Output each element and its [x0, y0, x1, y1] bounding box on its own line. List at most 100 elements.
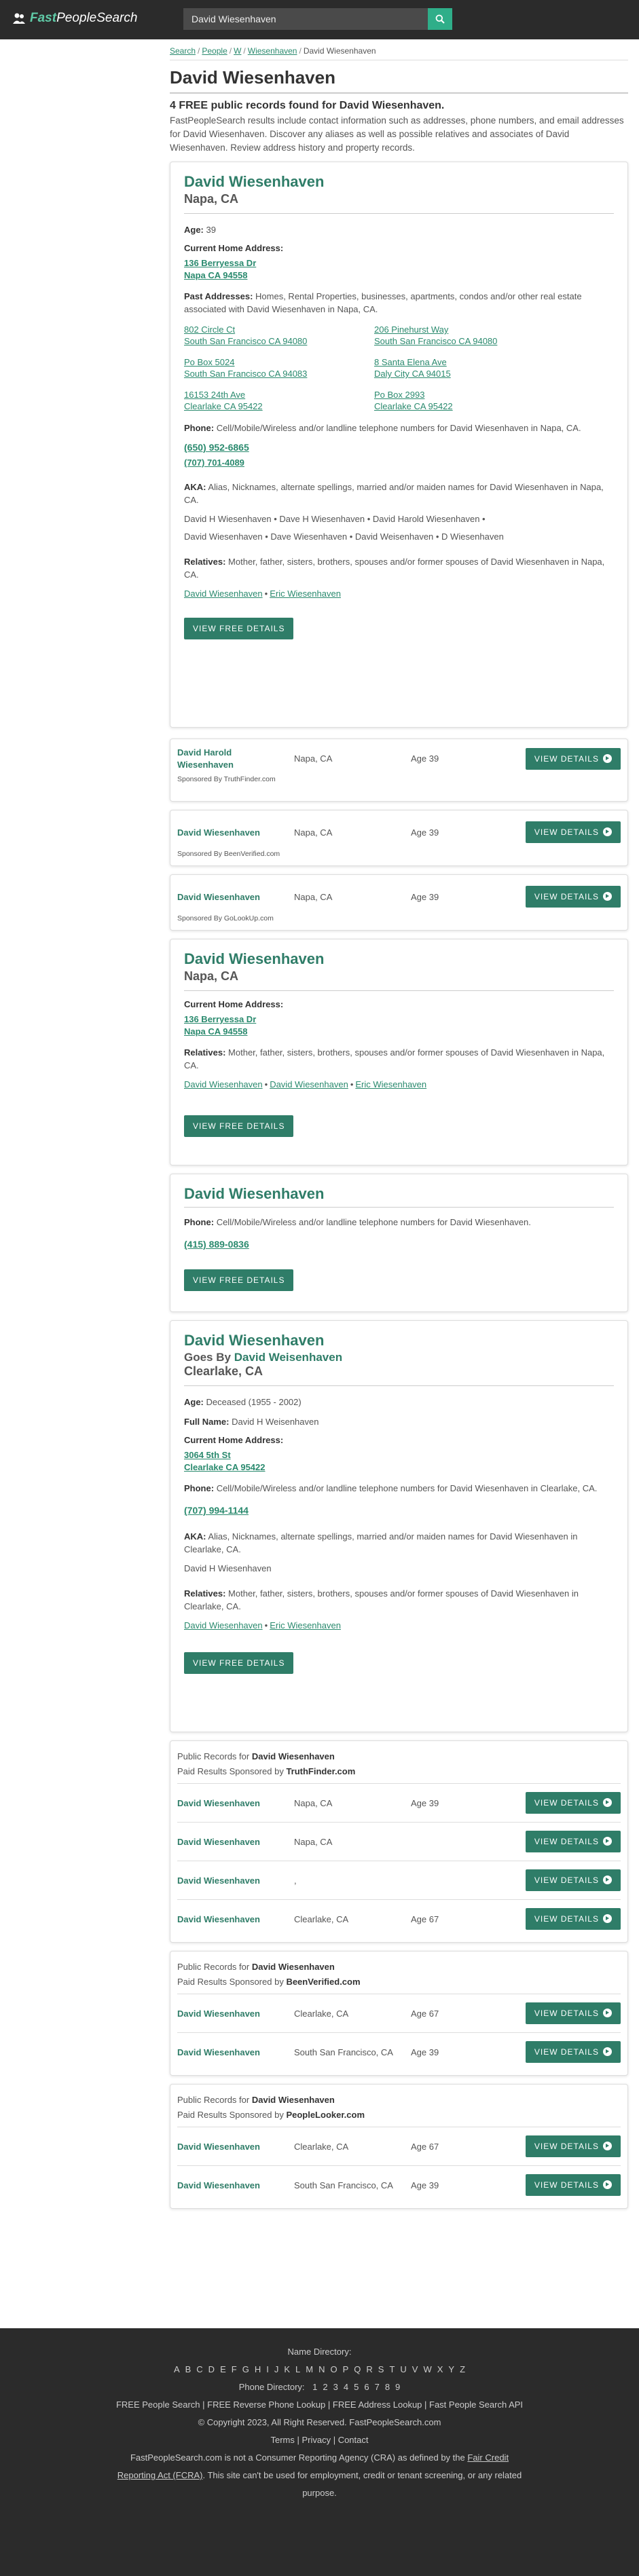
digit-link[interactable]: 3: [333, 2382, 338, 2392]
letter-link[interactable]: Y: [448, 2364, 454, 2374]
view-details-button[interactable]: VIEW DETAILS: [525, 1792, 621, 1814]
breadcrumb-wiesenhaven[interactable]: Wiesenhaven: [248, 46, 297, 56]
digit-link[interactable]: 4: [344, 2382, 348, 2392]
sponsored-name[interactable]: David Wiesenhaven: [177, 827, 294, 838]
view-details-button[interactable]: VIEW DETAILS: [525, 1908, 621, 1930]
letter-link[interactable]: U: [400, 2364, 406, 2374]
letter-link[interactable]: D: [208, 2364, 215, 2374]
relative-link[interactable]: David Wiesenhaven: [184, 1079, 263, 1089]
letter-link[interactable]: O: [330, 2364, 337, 2374]
past-address[interactable]: 16153 24th Ave Clearlake CA 95422: [184, 389, 374, 412]
record-name[interactable]: David Wiesenhaven: [177, 2009, 294, 2019]
letter-link[interactable]: L: [295, 2364, 300, 2374]
fcra-link-continued[interactable]: Reporting Act (FCRA): [117, 2470, 203, 2480]
person-name[interactable]: David Wiesenhaven: [184, 1185, 614, 1208]
relative-link[interactable]: David Wiesenhaven: [184, 589, 263, 599]
letter-link[interactable]: M: [306, 2364, 313, 2374]
fcra-link[interactable]: Fair Credit: [467, 2452, 509, 2463]
phone-number[interactable]: (415) 889-0836: [184, 1235, 614, 1253]
digit-link[interactable]: 7: [375, 2382, 380, 2392]
current-address-line2[interactable]: Clearlake CA 95422: [184, 1461, 614, 1474]
phone-number[interactable]: (650) 952-6865: [184, 438, 614, 456]
breadcrumb-w[interactable]: W: [234, 46, 241, 56]
site-logo[interactable]: FastPeopleSearch: [12, 11, 137, 26]
digit-link[interactable]: 1: [312, 2382, 317, 2392]
letter-link[interactable]: N: [318, 2364, 325, 2374]
letter-link[interactable]: Z: [460, 2364, 465, 2374]
current-address-line2[interactable]: Napa CA 94558: [184, 269, 614, 282]
sponsored-name[interactable]: David Harold Wiesenhaven: [177, 747, 294, 770]
letter-link[interactable]: P: [343, 2364, 349, 2374]
record-name[interactable]: David Wiesenhaven: [177, 2142, 294, 2152]
person-name[interactable]: David Wiesenhaven: [184, 950, 614, 968]
digit-link[interactable]: 9: [395, 2382, 400, 2392]
letter-link[interactable]: X: [437, 2364, 443, 2374]
letter-link[interactable]: Q: [354, 2364, 361, 2374]
relative-link[interactable]: Eric Wiesenhaven: [270, 1620, 341, 1630]
sponsored-name[interactable]: David Wiesenhaven: [177, 892, 294, 902]
past-address[interactable]: 802 Circle Ct South San Francisco CA 9408…: [184, 324, 374, 347]
search-input[interactable]: [183, 8, 428, 30]
phone-number[interactable]: (707) 701-4089: [184, 456, 614, 470]
letter-link[interactable]: H: [255, 2364, 261, 2374]
letter-link[interactable]: R: [366, 2364, 372, 2374]
digit-link[interactable]: 6: [364, 2382, 369, 2392]
breadcrumb-people[interactable]: People: [202, 46, 227, 56]
letter-link[interactable]: I: [266, 2364, 269, 2374]
record-name[interactable]: David Wiesenhaven: [177, 2047, 294, 2057]
view-details-button[interactable]: VIEW DETAILS: [525, 2135, 621, 2157]
view-details-button[interactable]: VIEW DETAILS: [525, 747, 621, 770]
record-name[interactable]: David Wiesenhaven: [177, 1875, 294, 1886]
view-details-button[interactable]: VIEW DETAILS: [525, 2174, 621, 2196]
view-details-button[interactable]: VIEW DETAILS: [525, 886, 621, 908]
record-name[interactable]: David Wiesenhaven: [177, 1914, 294, 1924]
letter-link[interactable]: B: [185, 2364, 191, 2374]
record-name[interactable]: David Wiesenhaven: [177, 2180, 294, 2190]
phone-number[interactable]: (707) 994-1144: [184, 1501, 614, 1519]
letter-link[interactable]: J: [274, 2364, 279, 2374]
digit-link[interactable]: 2: [323, 2382, 327, 2392]
view-details-button[interactable]: VIEW DETAILS: [525, 2041, 621, 2063]
letter-link[interactable]: E: [220, 2364, 226, 2374]
letter-link[interactable]: C: [196, 2364, 202, 2374]
view-details-button[interactable]: VIEW DETAILS: [525, 2002, 621, 2024]
current-address-line1[interactable]: 136 Berryessa Dr: [184, 257, 614, 269]
past-address[interactable]: Po Box 5024 South San Francisco CA 94083: [184, 356, 374, 379]
letter-link[interactable]: T: [389, 2364, 395, 2374]
view-details-button[interactable]: VIEW DETAILS: [525, 821, 621, 843]
breadcrumb-search[interactable]: Search: [170, 46, 196, 56]
record-name[interactable]: David Wiesenhaven: [177, 1798, 294, 1808]
relative-link[interactable]: David Wiesenhaven: [184, 1620, 263, 1630]
past-address[interactable]: Po Box 2993 Clearlake CA 95422: [374, 389, 564, 412]
letter-link[interactable]: S: [378, 2364, 384, 2374]
letter-link[interactable]: F: [232, 2364, 237, 2374]
view-free-details-button[interactable]: VIEW FREE DETAILS: [184, 1652, 294, 1674]
digit-link[interactable]: 5: [354, 2382, 359, 2392]
current-address-line1[interactable]: 3064 5th St: [184, 1449, 614, 1461]
relative-link[interactable]: Eric Wiesenhaven: [270, 589, 341, 599]
view-details-button[interactable]: VIEW DETAILS: [525, 1869, 621, 1891]
letter-link[interactable]: W: [423, 2364, 431, 2374]
letter-link[interactable]: G: [242, 2364, 249, 2374]
search-button[interactable]: [428, 8, 452, 30]
policy-links[interactable]: Terms | Privacy | Contact: [0, 2431, 639, 2449]
person-name[interactable]: David Wiesenhaven: [184, 173, 614, 191]
letter-link[interactable]: K: [284, 2364, 290, 2374]
view-free-details-button[interactable]: VIEW FREE DETAILS: [184, 1269, 294, 1291]
letter-link[interactable]: A: [174, 2364, 180, 2374]
past-address[interactable]: 206 Pinehurst Way South San Francisco CA …: [374, 324, 564, 347]
current-address-line2[interactable]: Napa CA 94558: [184, 1026, 614, 1038]
view-free-details-button[interactable]: VIEW FREE DETAILS: [184, 618, 294, 639]
letter-link[interactable]: V: [412, 2364, 418, 2374]
past-address[interactable]: 8 Santa Elena Ave Daly City CA 94015: [374, 356, 564, 379]
record-name[interactable]: David Wiesenhaven: [177, 1837, 294, 1847]
current-address-line1[interactable]: 136 Berryessa Dr: [184, 1013, 614, 1026]
full-name-line: Full Name: David H Weisenhaven: [184, 1417, 319, 1427]
person-name[interactable]: David Wiesenhaven: [184, 1332, 614, 1349]
view-free-details-button[interactable]: VIEW FREE DETAILS: [184, 1115, 294, 1137]
relative-link[interactable]: David Wiesenhaven: [270, 1079, 348, 1089]
relative-link[interactable]: Eric Wiesenhaven: [355, 1079, 426, 1089]
digit-link[interactable]: 8: [385, 2382, 390, 2392]
view-details-button[interactable]: VIEW DETAILS: [525, 1831, 621, 1852]
footer-links[interactable]: FREE People Search | FREE Reverse Phone …: [0, 2396, 639, 2414]
